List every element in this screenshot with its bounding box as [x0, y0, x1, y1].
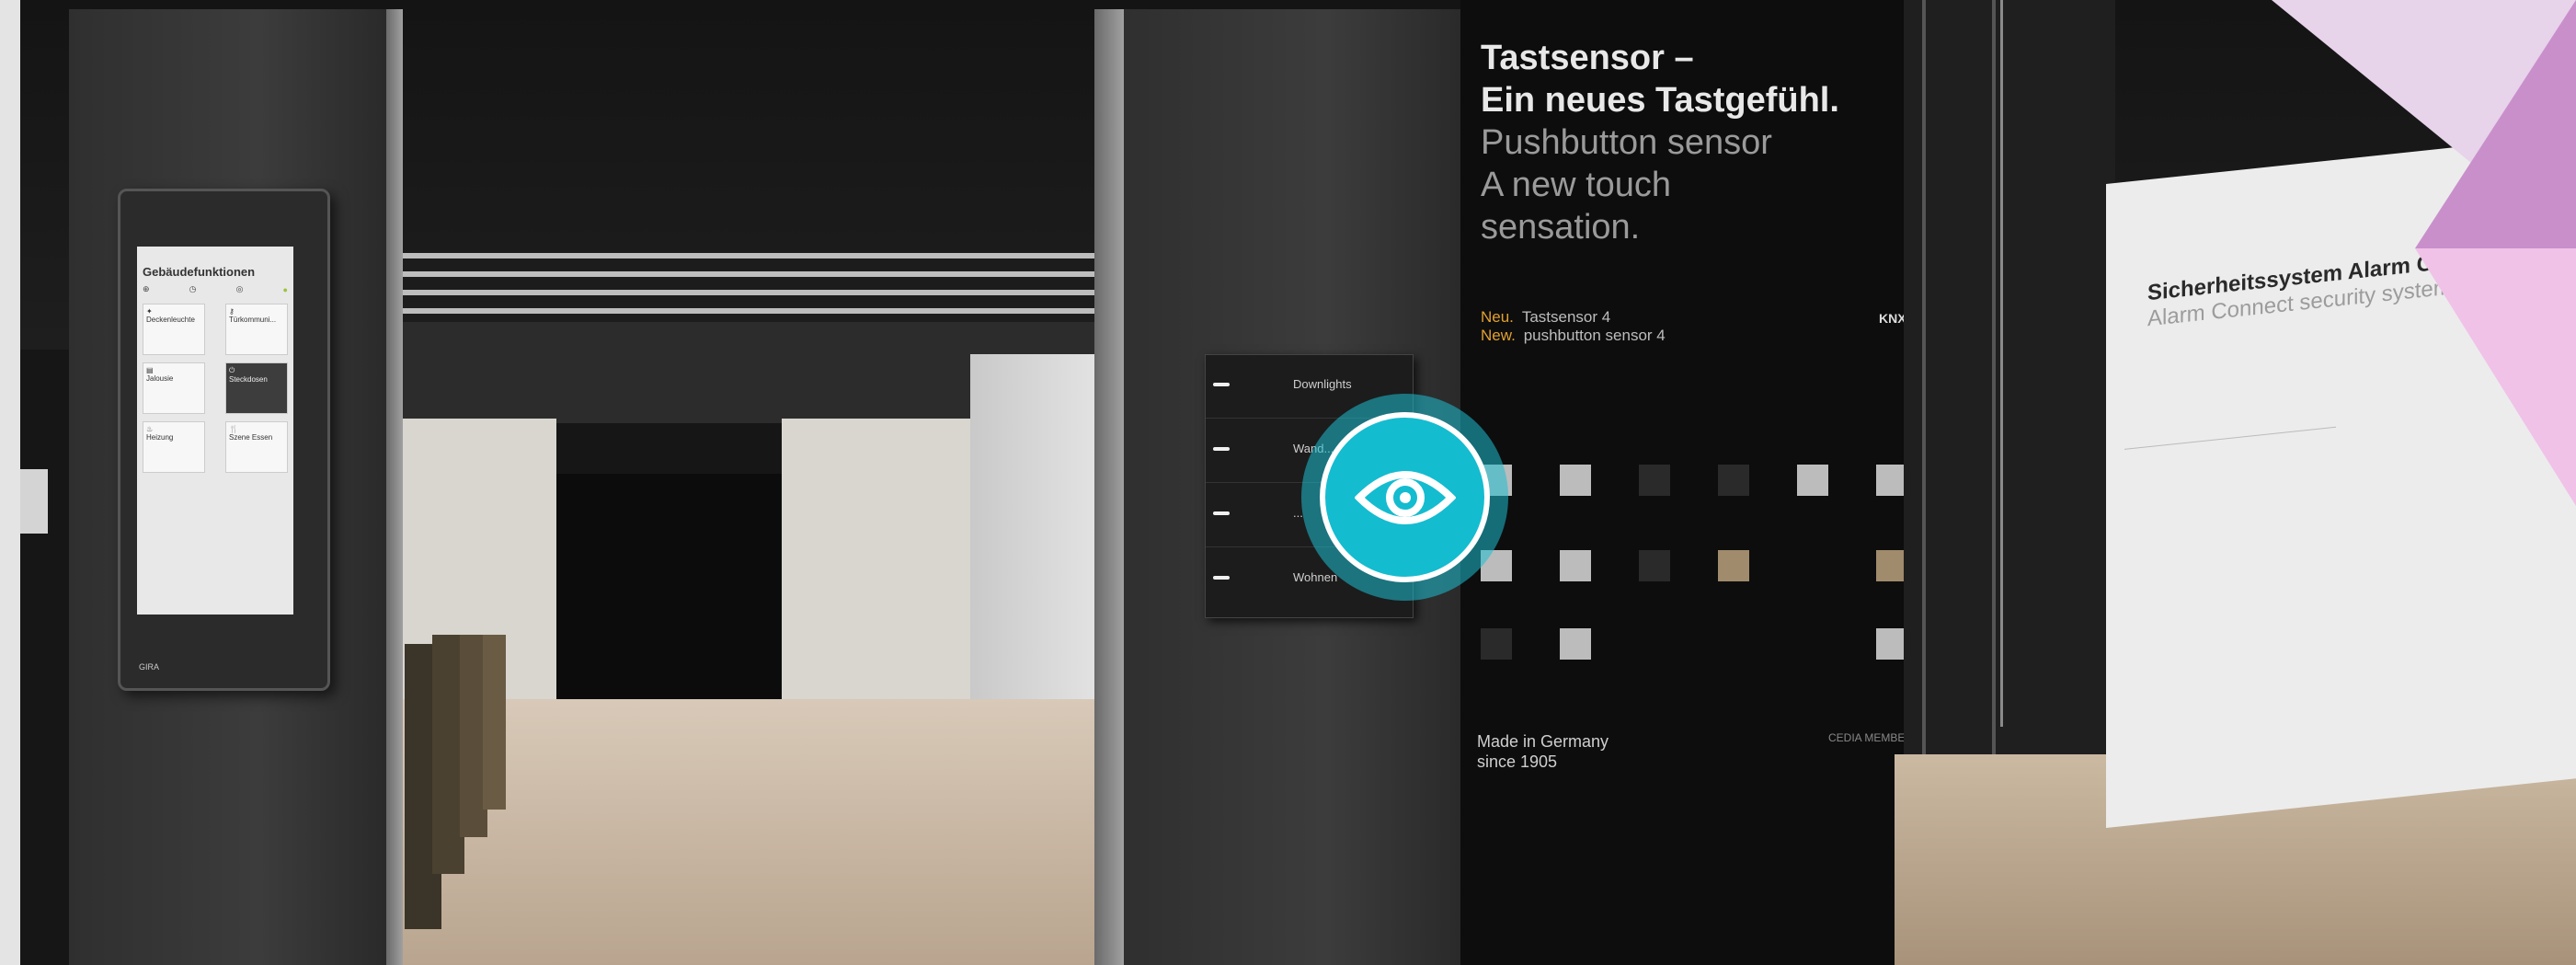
info-heading: Tastsensor – Ein neues Tastgefühl. Pushb…	[1481, 37, 1885, 248]
new-de-value: Tastsensor 4	[1521, 308, 1611, 326]
cedia-member: CEDIA MEMBER	[1828, 731, 1914, 744]
title-en-line3: sensation.	[1481, 208, 1641, 247]
product-swatch[interactable]	[1481, 628, 1512, 660]
target-icon: ◎	[235, 284, 244, 293]
clock-icon: ◷	[189, 284, 197, 293]
switch-label: Downlights	[1293, 377, 1352, 391]
new-product-labels: Neu. Tastsensor 4 New. pushbutton sensor…	[1481, 308, 1666, 345]
made-line1: Made in Germany	[1477, 732, 1609, 751]
security-diagram	[2124, 426, 2336, 615]
made-in-germany: Made in Germany since 1905	[1477, 731, 1609, 772]
ceiling-beam	[395, 290, 1094, 295]
doorway	[556, 474, 782, 704]
heater-icon: ♨	[146, 425, 154, 433]
ceiling-beam	[395, 271, 1094, 277]
tablet-brand: GIRA	[139, 662, 160, 672]
wood-block	[483, 635, 506, 810]
tile-heizung[interactable]: ♨ Heizung	[143, 421, 205, 473]
product-swatch[interactable]	[1560, 550, 1591, 581]
knx-logo: KNX	[1879, 311, 1906, 326]
product-swatch[interactable]	[1560, 628, 1591, 660]
product-swatch[interactable]	[1876, 465, 1907, 496]
plus-icon: ⊕	[143, 284, 150, 293]
view-hotspot-inner	[1320, 412, 1490, 582]
new-en-label: New.	[1481, 327, 1516, 344]
new-en-value: pushbutton sensor 4	[1523, 327, 1666, 344]
product-swatch[interactable]	[1797, 465, 1828, 496]
product-swatch[interactable]	[1639, 550, 1670, 581]
title-en-line1: Pushbutton sensor	[1481, 123, 1772, 162]
plug-icon: ⏻	[229, 366, 235, 374]
led-indicator	[1213, 511, 1230, 515]
product-swatch[interactable]	[1718, 550, 1749, 581]
title-de-line2: Ein neues Tastgefühl.	[1481, 81, 1839, 120]
product-swatch[interactable]	[1639, 465, 1670, 496]
eye-icon	[1354, 470, 1456, 524]
status-dot-icon: ●	[282, 284, 288, 294]
led-indicator	[1213, 447, 1230, 451]
title-de-line1: Tastsensor –	[1481, 39, 1694, 77]
product-swatch[interactable]	[1876, 628, 1907, 660]
center-pillar-edge	[1094, 9, 1124, 965]
display-panel	[782, 419, 970, 722]
touch-panel-title: Gebäudefunktionen	[143, 265, 256, 279]
led-indicator	[1213, 383, 1230, 386]
tile-label: Szene Essen	[229, 433, 273, 442]
new-de-label: Neu.	[1481, 308, 1514, 326]
tile-label: Heizung	[146, 433, 174, 442]
swatch-row	[1481, 628, 1907, 660]
tile-steckdosen[interactable]: ⏻ Steckdosen	[225, 362, 288, 414]
left-edge-strip	[0, 0, 20, 965]
product-swatch[interactable]	[1876, 550, 1907, 581]
led-indicator	[1213, 576, 1230, 580]
touch-panel-screen: Gebäudefunktionen ⊕ ◷ ◎ ● ✦ Deckenleuchte…	[137, 247, 293, 615]
product-swatch[interactable]	[1718, 465, 1749, 496]
showroom-view[interactable]: Gebäudefunktionen ⊕ ◷ ◎ ● ✦ Deckenleuchte…	[0, 0, 2576, 965]
tile-label: Deckenleuchte	[146, 316, 195, 324]
product-swatch[interactable]	[1560, 465, 1591, 496]
touch-panel-icon-row: ⊕ ◷ ◎ ●	[143, 284, 288, 294]
made-line2: since 1905	[1477, 752, 1558, 771]
tile-szene-essen[interactable]: 🍴 Szene Essen	[225, 421, 288, 473]
tile-jalousie[interactable]: ▤ Jalousie	[143, 362, 205, 414]
wall-rail	[2000, 0, 2003, 727]
wall-ladder	[1922, 0, 1996, 754]
left-pillar-edge	[386, 9, 403, 965]
tile-label: Türkommuni...	[229, 316, 277, 324]
cutlery-icon: 🍴	[229, 425, 238, 433]
bulb-icon: ✦	[146, 307, 153, 316]
tile-label: Steckdosen	[229, 375, 268, 384]
touch-panel-device[interactable]: Gebäudefunktionen ⊕ ◷ ◎ ● ✦ Deckenleuchte…	[118, 189, 330, 691]
view-hotspot-button[interactable]	[1301, 394, 1508, 601]
ceiling-beam	[395, 253, 1094, 258]
tile-deckenleuchte[interactable]: ✦ Deckenleuchte	[143, 304, 205, 355]
switch-label: Wohnen	[1293, 570, 1338, 584]
swatch-row	[1481, 550, 1907, 581]
ceiling-beam	[395, 308, 1094, 314]
swatch-row	[1481, 465, 1907, 496]
title-en-line2: A new touch	[1481, 166, 1672, 204]
tile-tuerkommunikation[interactable]: ⚷ Türkommuni...	[225, 304, 288, 355]
key-icon: ⚷	[229, 307, 235, 316]
blind-icon: ▤	[146, 366, 154, 374]
tile-label: Jalousie	[146, 374, 174, 383]
side-panel-sign	[20, 469, 48, 534]
